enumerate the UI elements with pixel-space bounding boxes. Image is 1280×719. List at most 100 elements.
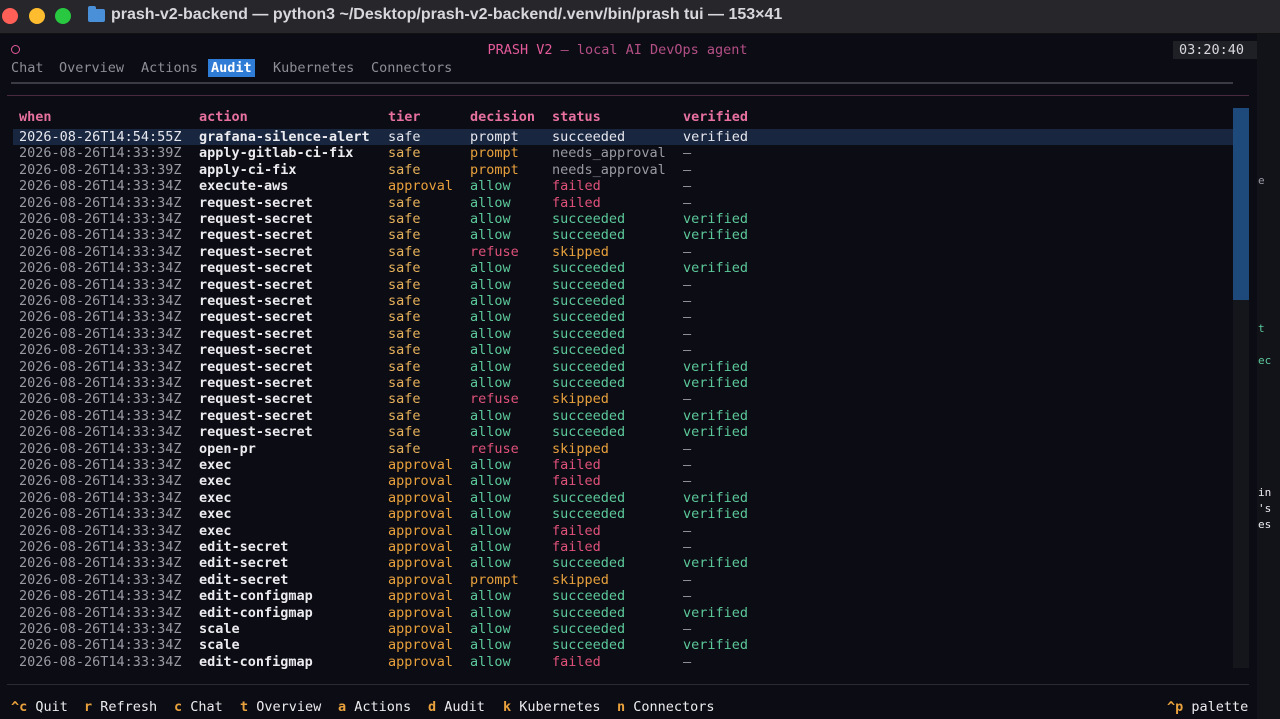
folder-icon xyxy=(88,6,105,22)
table-row[interactable]: 2026-08-26T14:33:34Z request-secret safe al… xyxy=(13,408,1235,424)
cell-verified: — xyxy=(683,309,692,326)
column-header-action[interactable]: action xyxy=(199,109,248,125)
table-scrollbar[interactable] xyxy=(1233,108,1249,668)
cell-status: needs_approval xyxy=(552,161,666,178)
table-row[interactable]: 2026-08-26T14:33:34Z request-secret safe al… xyxy=(13,277,1235,293)
table-row[interactable]: 2026-08-26T14:33:34Z request-secret safe al… xyxy=(13,195,1235,211)
cell-status: succeeded xyxy=(552,621,626,637)
cell-action: edit-configmap xyxy=(199,588,313,605)
cell-tier: safe xyxy=(388,243,421,260)
tab-chat[interactable]: Chat xyxy=(11,59,44,77)
table-row[interactable]: 2026-08-26T14:33:34Z request-secret safe al… xyxy=(13,260,1235,276)
table-row[interactable]: 2026-08-26T14:33:34Z scale approval allow su… xyxy=(13,621,1235,637)
column-header-when[interactable]: when xyxy=(19,109,52,125)
cell-action: request-secret xyxy=(199,276,313,293)
cell-decision: refuse xyxy=(470,243,519,260)
tab-audit[interactable]: Audit xyxy=(208,59,255,77)
table-row[interactable]: 2026-08-26T14:33:34Z request-secret safe al… xyxy=(13,375,1235,391)
cell-tier: safe xyxy=(388,129,421,145)
footer-hint-refresh[interactable]: r Refresh xyxy=(84,699,157,715)
cell-verified: verified xyxy=(683,555,749,572)
cell-decision: allow xyxy=(470,489,511,506)
cell-tier: safe xyxy=(388,309,421,326)
table-row[interactable]: 2026-08-26T14:33:39Z apply-gitlab-ci-fix s… xyxy=(13,145,1235,161)
cell-decision: allow xyxy=(470,473,511,490)
table-row[interactable]: 2026-08-26T14:33:34Z edit-secret approval a… xyxy=(13,555,1235,571)
zoom-window-button[interactable] xyxy=(55,8,71,24)
cell-status: succeeded xyxy=(552,506,626,523)
table-row[interactable]: 2026-08-26T14:33:34Z open-pr safe refuse ski… xyxy=(13,441,1235,457)
cell-action: request-secret xyxy=(199,211,313,227)
table-row[interactable]: 2026-08-26T14:33:34Z request-secret safe re… xyxy=(13,391,1235,407)
column-header-status[interactable]: status xyxy=(552,109,601,125)
footer-hint-quit[interactable]: ^c Quit xyxy=(11,699,68,715)
table-row[interactable]: 2026-08-26T14:33:34Z exec approval allow suc… xyxy=(13,506,1235,522)
cell-verified: verified xyxy=(683,407,749,424)
cell-verified: — xyxy=(683,293,692,309)
table-row[interactable]: 2026-08-26T14:33:34Z edit-configmap approv… xyxy=(13,605,1235,621)
cell-action: scale xyxy=(199,621,240,637)
column-header-decision[interactable]: decision xyxy=(470,109,535,125)
footer-hint-palette[interactable]: ^p palette xyxy=(1167,699,1248,715)
tab-overview[interactable]: Overview xyxy=(59,59,124,77)
cell-action: edit-secret xyxy=(199,571,289,588)
cell-status: succeeded xyxy=(552,407,626,424)
column-header-tier[interactable]: tier xyxy=(388,109,421,125)
table-row[interactable]: 2026-08-26T14:33:34Z scale approval allow su… xyxy=(13,637,1235,653)
cell-decision: refuse xyxy=(470,440,519,457)
cell-action: execute-aws xyxy=(199,178,289,195)
cell-decision: allow xyxy=(470,178,511,195)
cell-tier: approval xyxy=(388,588,454,605)
column-header-verified[interactable]: verified xyxy=(683,109,748,125)
side-strip-text: es xyxy=(1258,518,1272,531)
footer-hint-actions[interactable]: a Actions xyxy=(338,699,411,715)
tab-kubernetes[interactable]: Kubernetes xyxy=(273,59,354,77)
cell-tier: approval xyxy=(388,571,454,588)
cell-action: apply-ci-fix xyxy=(199,161,297,178)
table-row[interactable]: 2026-08-26T14:33:39Z apply-ci-fix safe prom… xyxy=(13,162,1235,178)
table-row[interactable]: 2026-08-26T14:33:34Z edit-configmap approv… xyxy=(13,654,1235,670)
cell-tier: approval xyxy=(388,178,454,195)
table-row[interactable]: 2026-08-26T14:33:34Z exec approval allow fai… xyxy=(13,523,1235,539)
cell-verified: verified xyxy=(683,424,749,441)
footer-hint-kubernetes[interactable]: k Kubernetes xyxy=(503,699,601,715)
table-row[interactable]: 2026-08-26T14:33:34Z exec approval allow fai… xyxy=(13,473,1235,489)
cell-action: apply-gitlab-ci-fix xyxy=(199,145,354,162)
terminal[interactable]: PRASH V2 — local AI DevOps agent 03:20:4… xyxy=(0,34,1257,719)
table-row[interactable]: 2026-08-26T14:33:34Z request-secret safe al… xyxy=(13,342,1235,358)
tab-actions[interactable]: Actions xyxy=(141,59,198,77)
close-window-button[interactable] xyxy=(2,8,18,24)
footer-hint-audit[interactable]: d Audit xyxy=(428,699,485,715)
table-row[interactable]: 2026-08-26T14:33:34Z request-secret safe al… xyxy=(13,309,1235,325)
minimize-window-button[interactable] xyxy=(29,8,45,24)
cell-status: failed xyxy=(552,457,601,473)
footer-hint-chat[interactable]: c Chat xyxy=(174,699,223,715)
tab-connectors[interactable]: Connectors xyxy=(371,59,452,77)
cell-verified: verified xyxy=(683,375,749,391)
cell-tier: safe xyxy=(388,276,421,293)
table-row[interactable]: 2026-08-26T14:33:34Z request-secret safe al… xyxy=(13,211,1235,227)
cell-when: 2026-08-26T14:33:34Z xyxy=(19,621,182,637)
cell-status: succeeded xyxy=(552,129,626,145)
table-row[interactable]: 2026-08-26T14:33:34Z edit-secret approval p… xyxy=(13,572,1235,588)
table-row[interactable]: 2026-08-26T14:33:34Z exec approval allow fai… xyxy=(13,457,1235,473)
footer-hint-overview[interactable]: t Overview xyxy=(240,699,321,715)
cell-when: 2026-08-26T14:33:34Z xyxy=(19,309,182,326)
table-row[interactable]: 2026-08-26T14:33:34Z request-secret safe re… xyxy=(13,244,1235,260)
table-row[interactable]: 2026-08-26T14:33:34Z request-secret safe al… xyxy=(13,424,1235,440)
cell-status: skipped xyxy=(552,391,609,408)
footer-hint-connectors[interactable]: n Connectors xyxy=(617,699,715,715)
table-row[interactable]: 2026-08-26T14:33:34Z request-secret safe al… xyxy=(13,227,1235,243)
table-row[interactable]: 2026-08-26T14:33:34Z request-secret safe al… xyxy=(13,359,1235,375)
cell-when: 2026-08-26T14:33:34Z xyxy=(19,588,182,605)
table-row[interactable]: 2026-08-26T14:33:34Z request-secret safe al… xyxy=(13,293,1235,309)
scrollbar-thumb[interactable] xyxy=(1233,108,1249,300)
table-row[interactable]: 2026-08-26T14:33:34Z edit-configmap approv… xyxy=(13,588,1235,604)
table-row[interactable]: 2026-08-26T14:33:34Z execute-aws approval a… xyxy=(13,178,1235,194)
table-row[interactable]: 2026-08-26T14:33:34Z request-secret safe al… xyxy=(13,326,1235,342)
table-row[interactable]: 2026-08-26T14:33:34Z exec approval allow suc… xyxy=(13,490,1235,506)
table-row[interactable]: 2026-08-26T14:33:34Z edit-secret approval a… xyxy=(13,539,1235,555)
cell-status: succeeded xyxy=(552,604,626,621)
cell-when: 2026-08-26T14:33:34Z xyxy=(19,653,182,670)
table-row[interactable]: 2026-08-26T14:54:55Z grafana-silence-aler… xyxy=(13,129,1235,145)
